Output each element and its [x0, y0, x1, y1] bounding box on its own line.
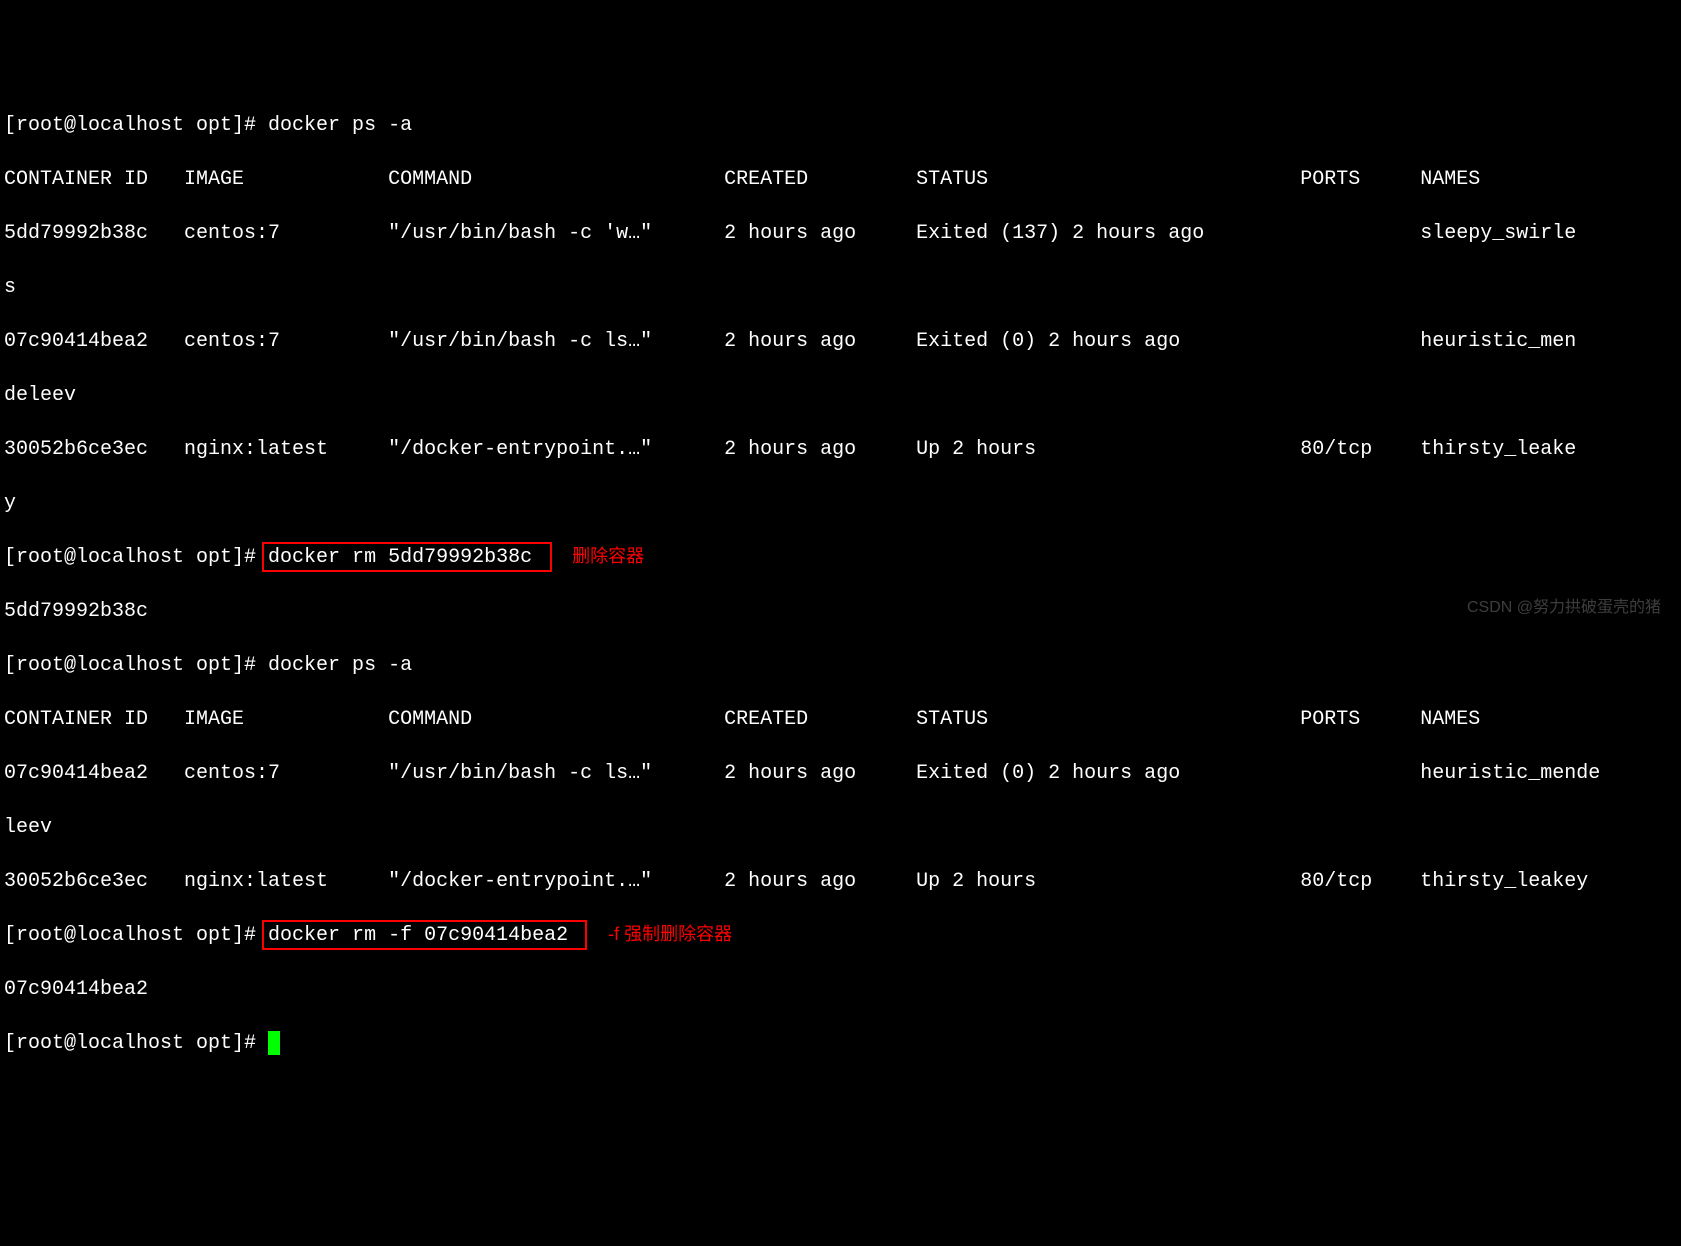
terminal-line: [root@localhost opt]# docker rm -f 07c90… [4, 922, 1677, 949]
table-row-wrap: y [4, 490, 1677, 517]
prompt: [root@localhost opt]# [4, 1032, 268, 1055]
prompt: [root@localhost opt]# [4, 654, 268, 677]
prompt: [root@localhost opt]# [4, 924, 268, 947]
output-line: 07c90414bea2 [4, 976, 1677, 1003]
command-text[interactable]: docker rm 5dd79992b38c [268, 546, 532, 569]
output-line: 5dd79992b38c [4, 598, 1677, 625]
terminal-line: [root@localhost opt]# docker ps -a [4, 112, 1677, 139]
command-text[interactable]: docker rm -f 07c90414bea2 [268, 924, 568, 947]
table-row-wrap: leev [4, 814, 1677, 841]
table-row-wrap: s [4, 274, 1677, 301]
annotation-label: -f 强制删除容器 [608, 922, 732, 946]
terminal-line: [root@localhost opt]# docker ps -a [4, 652, 1677, 679]
table-row: 30052b6ce3ec nginx:latest "/docker-entry… [4, 868, 1677, 895]
annotation-label: 删除容器 [572, 544, 644, 568]
prompt: [root@localhost opt]# [4, 546, 268, 569]
table-header: CONTAINER ID IMAGE COMMAND CREATED STATU… [4, 166, 1677, 193]
prompt: [root@localhost opt]# [4, 114, 268, 137]
table-row: 30052b6ce3ec nginx:latest "/docker-entry… [4, 436, 1677, 463]
table-row: 07c90414bea2 centos:7 "/usr/bin/bash -c … [4, 328, 1677, 355]
terminal-line: [root@localhost opt]# docker rm 5dd79992… [4, 544, 1677, 571]
terminal-line: [root@localhost opt]# [4, 1030, 1677, 1057]
table-row-wrap: deleev [4, 382, 1677, 409]
table-row: 07c90414bea2 centos:7 "/usr/bin/bash -c … [4, 760, 1677, 787]
table-row: 5dd79992b38c centos:7 "/usr/bin/bash -c … [4, 220, 1677, 247]
table-header: CONTAINER ID IMAGE COMMAND CREATED STATU… [4, 706, 1677, 733]
command-text: docker ps -a [268, 654, 412, 677]
command-text: docker ps -a [268, 114, 412, 137]
cursor-icon[interactable] [268, 1031, 280, 1055]
watermark-text: CSDN @努力拱破蛋壳的猪 [1467, 597, 1661, 619]
